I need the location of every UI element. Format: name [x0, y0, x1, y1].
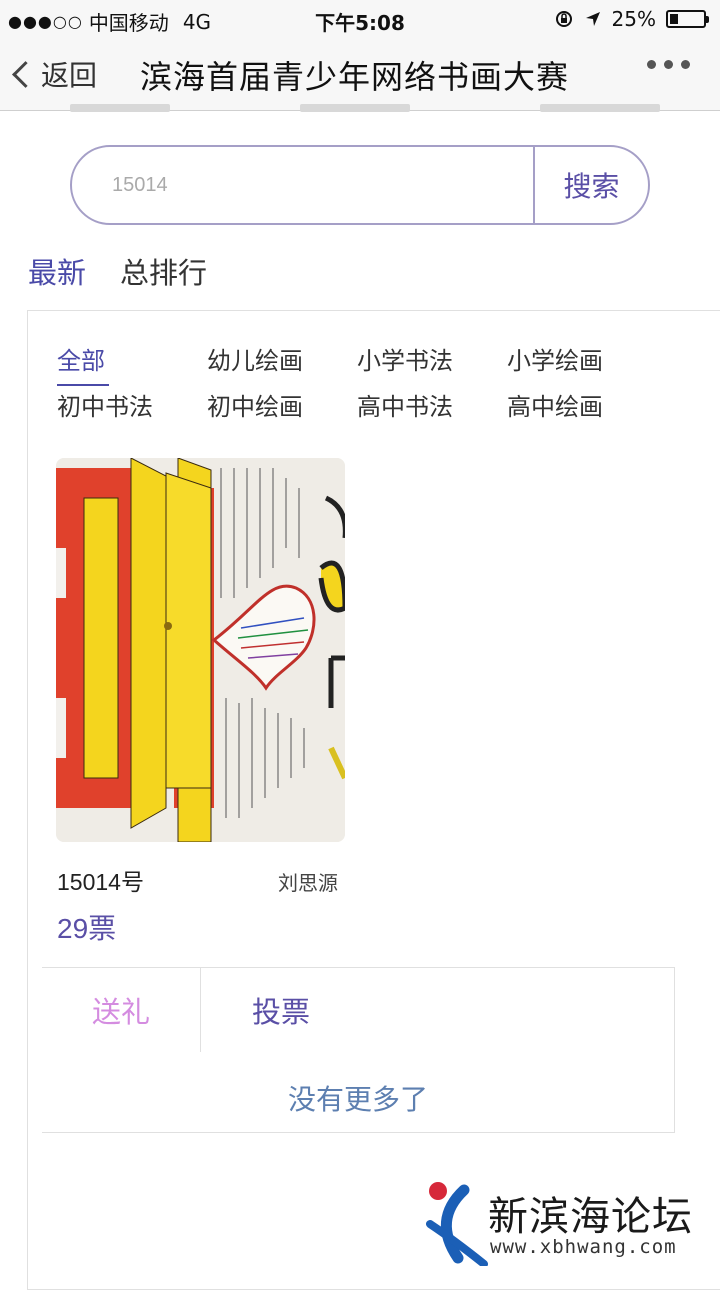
search-button[interactable]: 搜索	[533, 147, 648, 223]
forum-logo-icon	[426, 1182, 488, 1268]
rotation-lock-icon	[555, 11, 572, 27]
gift-button[interactable]: 送礼	[42, 968, 200, 1052]
watermark-url: www.xbhwang.com	[490, 1236, 677, 1258]
category-senior-calligraphy[interactable]: 高中书法	[357, 387, 507, 422]
category-senior-painting[interactable]: 高中绘画	[507, 387, 657, 422]
category-all[interactable]: 全部	[57, 341, 207, 386]
search-bar: 搜索	[70, 145, 650, 225]
category-primary-calligraphy[interactable]: 小学书法	[357, 341, 507, 376]
entry-actions: 送礼 投票 没有更多了	[42, 967, 675, 1133]
artwork-drawing	[56, 458, 345, 842]
back-button[interactable]: 返回	[12, 54, 98, 94]
entry-artwork-image[interactable]	[56, 458, 345, 842]
more-options-button[interactable]	[647, 60, 690, 69]
tab-overall-ranking[interactable]: 总排行	[120, 250, 207, 292]
category-kids-painting[interactable]: 幼儿绘画	[207, 341, 357, 376]
status-bar: ●●●○○ 中国移动 4G 下午5:08 25%	[0, 0, 720, 38]
battery-icon	[666, 10, 709, 28]
back-label: 返回	[41, 59, 98, 92]
nav-bar: 返回 滨海首届青少年网络书画大赛	[0, 38, 720, 111]
chevron-left-icon	[12, 60, 39, 88]
scrolled-content-remnant	[0, 104, 720, 118]
category-junior-painting[interactable]: 初中绘画	[207, 387, 357, 422]
entry-author: 刘思源	[278, 871, 338, 895]
site-watermark: 新滨海论坛 www.xbhwang.com	[424, 1180, 714, 1268]
battery-percent: 25%	[611, 7, 656, 31]
main-tabs: 最新 总排行	[28, 250, 207, 292]
search-input[interactable]	[72, 147, 536, 223]
list-end-text: 没有更多了	[287, 1083, 428, 1116]
entries-panel: 全部 幼儿绘画 小学书法 小学绘画 初中书法 初中绘画 高中书法 高中绘画 15…	[27, 310, 720, 1290]
status-right: 25%	[554, 7, 709, 31]
category-row-1: 全部 幼儿绘画 小学书法 小学绘画	[57, 341, 657, 386]
tab-latest[interactable]: 最新	[28, 250, 86, 292]
category-junior-calligraphy[interactable]: 初中书法	[57, 387, 207, 422]
entry-number: 15014号	[57, 869, 144, 895]
location-arrow-icon	[585, 12, 600, 26]
watermark-name: 新滨海论坛	[488, 1194, 693, 1240]
category-primary-painting[interactable]: 小学绘画	[507, 341, 657, 376]
page-title: 滨海首届青少年网络书画大赛	[140, 58, 570, 96]
more-dots-icon	[647, 60, 656, 69]
entry-votes: 29票	[57, 913, 117, 944]
category-row-2: 初中书法 初中绘画 高中书法 高中绘画	[57, 387, 657, 422]
vote-button[interactable]: 投票	[201, 968, 361, 1052]
